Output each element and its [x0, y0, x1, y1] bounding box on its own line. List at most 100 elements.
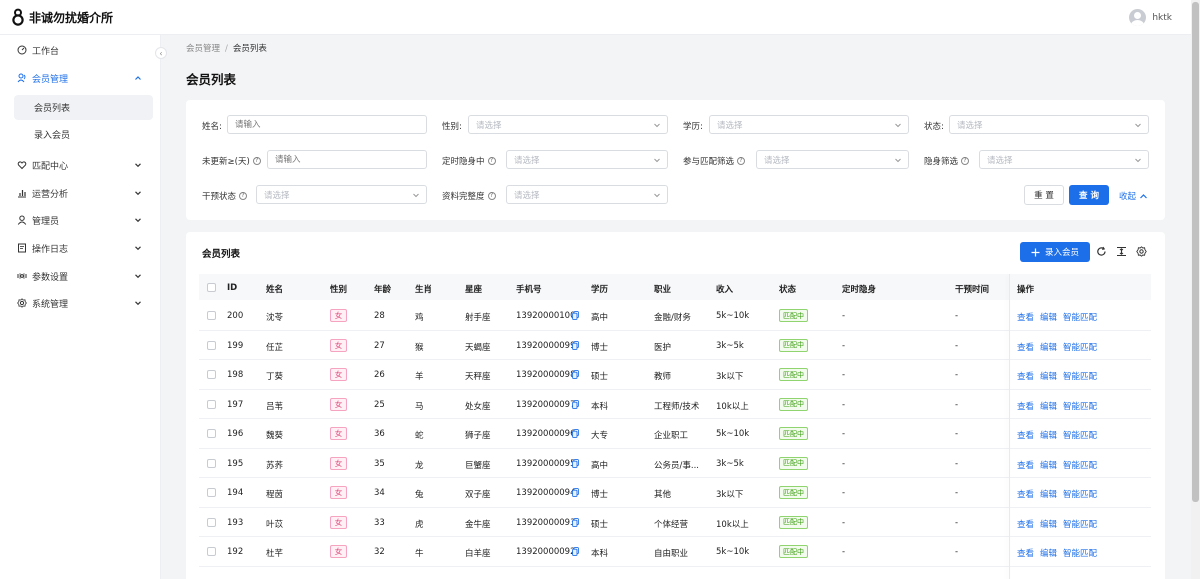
copy-icon[interactable] [572, 488, 579, 497]
smart-match-link[interactable]: 智能匹配 [1063, 370, 1097, 382]
copy-icon[interactable] [572, 458, 579, 468]
row-checkbox[interactable] [207, 370, 216, 379]
smart-match-link[interactable]: 智能匹配 [1063, 459, 1097, 471]
view-link[interactable]: 查看 [1017, 341, 1034, 353]
view-link[interactable]: 查看 [1017, 370, 1034, 382]
row-checkbox[interactable] [207, 517, 216, 527]
row-checkbox[interactable] [207, 429, 216, 438]
sidebar-collapse-button[interactable]: ‹ [155, 47, 167, 59]
help-icon[interactable]: ? [737, 157, 746, 165]
copy-icon[interactable] [572, 547, 579, 556]
row-checkbox[interactable] [207, 488, 216, 497]
cell-age: 34 [374, 488, 385, 498]
page-title: 会员列表 [186, 72, 237, 87]
help-icon[interactable]: ? [252, 157, 261, 165]
sidebar-item-analysis[interactable]: 运营分析 [6, 181, 153, 205]
education-select[interactable]: 请选择 [709, 115, 909, 134]
sidebar-item-members[interactable]: 会员管理 [6, 66, 153, 90]
status-badge: 匹配中 [779, 338, 808, 352]
user-icon [17, 215, 27, 225]
smart-match-link[interactable]: 智能匹配 [1063, 488, 1097, 500]
sidebar-sub-add-member[interactable]: 录入会员 [14, 122, 153, 147]
intervene-select-placeholder: 请选择 [264, 190, 290, 201]
view-link[interactable]: 查看 [1017, 518, 1034, 530]
copy-icon[interactable] [572, 370, 579, 379]
view-link[interactable]: 查看 [1017, 547, 1034, 559]
edit-link[interactable]: 编辑 [1040, 488, 1057, 500]
hidden-timer-label: 定时隐身中? [442, 155, 496, 167]
help-icon[interactable]: ? [239, 192, 248, 200]
edit-link[interactable]: 编辑 [1040, 341, 1057, 353]
col-income: 收入 [716, 285, 734, 295]
add-member-label: 录入会员 [1044, 248, 1079, 258]
help-icon[interactable]: ? [961, 157, 970, 165]
help-icon[interactable]: ? [487, 192, 496, 200]
gender-select[interactable]: 请选择 [468, 115, 668, 134]
sidebar-item-admin[interactable]: 管理员 [6, 208, 153, 232]
sidebar-item-logs[interactable]: 操作日志 [6, 236, 153, 260]
chevron-down-icon [895, 158, 901, 163]
page-scrollbar[interactable] [1191, 0, 1200, 579]
user-menu[interactable]: hktk [1129, 9, 1172, 26]
edit-link[interactable]: 编辑 [1040, 518, 1057, 530]
add-member-button[interactable]: 录入会员 [1020, 242, 1090, 262]
sidebar-sub-member-list[interactable]: 会员列表 [14, 95, 153, 120]
sidebar-item-dashboard[interactable]: 工作台 [6, 38, 153, 62]
density-icon[interactable] [1116, 246, 1127, 257]
copy-icon[interactable] [572, 517, 579, 527]
edit-link[interactable]: 编辑 [1040, 429, 1057, 441]
smart-match-link[interactable]: 智能匹配 [1063, 429, 1097, 441]
view-link[interactable]: 查看 [1017, 311, 1034, 323]
logo[interactable]: 非诚勿扰婚介所 [11, 8, 113, 26]
smart-match-link[interactable]: 智能匹配 [1063, 341, 1097, 353]
cell-id: 195 [227, 458, 244, 469]
sidebar-item-params[interactable]: 参数设置 [6, 264, 153, 288]
help-icon[interactable]: ? [487, 157, 496, 165]
view-link[interactable]: 查看 [1017, 429, 1034, 441]
cell-name: 程茵 [266, 490, 284, 500]
completeness-select[interactable]: 请选择 [506, 185, 668, 204]
row-checkbox[interactable] [207, 458, 216, 468]
cell-income: 5k~10k [716, 429, 750, 439]
copy-icon[interactable] [572, 429, 579, 438]
row-checkbox[interactable] [207, 340, 216, 350]
intervene-select[interactable]: 请选择 [256, 185, 427, 204]
edit-link[interactable]: 编辑 [1040, 311, 1057, 323]
hidden-select[interactable]: 请选择 [979, 150, 1149, 169]
sex-tag: 女 [330, 545, 347, 558]
stale-days-input[interactable] [267, 150, 427, 169]
sidebar-item-system[interactable]: 系统管理 [6, 291, 153, 315]
view-link[interactable]: 查看 [1017, 400, 1034, 412]
edit-link[interactable]: 编辑 [1040, 547, 1057, 559]
copy-icon[interactable] [572, 311, 579, 320]
copy-icon[interactable] [572, 399, 579, 409]
view-link[interactable]: 查看 [1017, 488, 1034, 500]
sidebar-item-match[interactable]: 匹配中心 [6, 153, 153, 177]
row-checkbox[interactable] [207, 547, 216, 556]
settings-icon[interactable] [1136, 246, 1147, 257]
refresh-icon[interactable] [1096, 246, 1107, 257]
smart-match-link[interactable]: 智能匹配 [1063, 400, 1097, 412]
sex-tag: 女 [330, 397, 347, 411]
row-checkbox[interactable] [207, 311, 216, 320]
row-checkbox[interactable] [207, 399, 216, 409]
scrollbar-thumb[interactable] [1192, 2, 1199, 502]
select-all-checkbox[interactable] [207, 283, 216, 292]
smart-match-link[interactable]: 智能匹配 [1063, 518, 1097, 530]
edit-link[interactable]: 编辑 [1040, 459, 1057, 471]
edit-link[interactable]: 编辑 [1040, 400, 1057, 412]
collapse-filters-link[interactable]: 收起 [1119, 190, 1148, 202]
match-select[interactable]: 请选择 [756, 150, 909, 169]
hidden-timer-select[interactable]: 请选择 [506, 150, 668, 169]
smart-match-link[interactable]: 智能匹配 [1063, 311, 1097, 323]
edit-link[interactable]: 编辑 [1040, 370, 1057, 382]
cell-star: 天秤座 [465, 372, 491, 382]
copy-icon[interactable] [572, 340, 579, 350]
query-button[interactable]: 查 询 [1069, 185, 1109, 205]
reset-button[interactable]: 重 置 [1024, 185, 1064, 205]
status-select[interactable]: 请选择 [949, 115, 1149, 134]
smart-match-link[interactable]: 智能匹配 [1063, 547, 1097, 559]
breadcrumb-parent[interactable]: 会员管理 [186, 44, 220, 54]
name-input[interactable] [227, 115, 427, 134]
view-link[interactable]: 查看 [1017, 459, 1034, 471]
